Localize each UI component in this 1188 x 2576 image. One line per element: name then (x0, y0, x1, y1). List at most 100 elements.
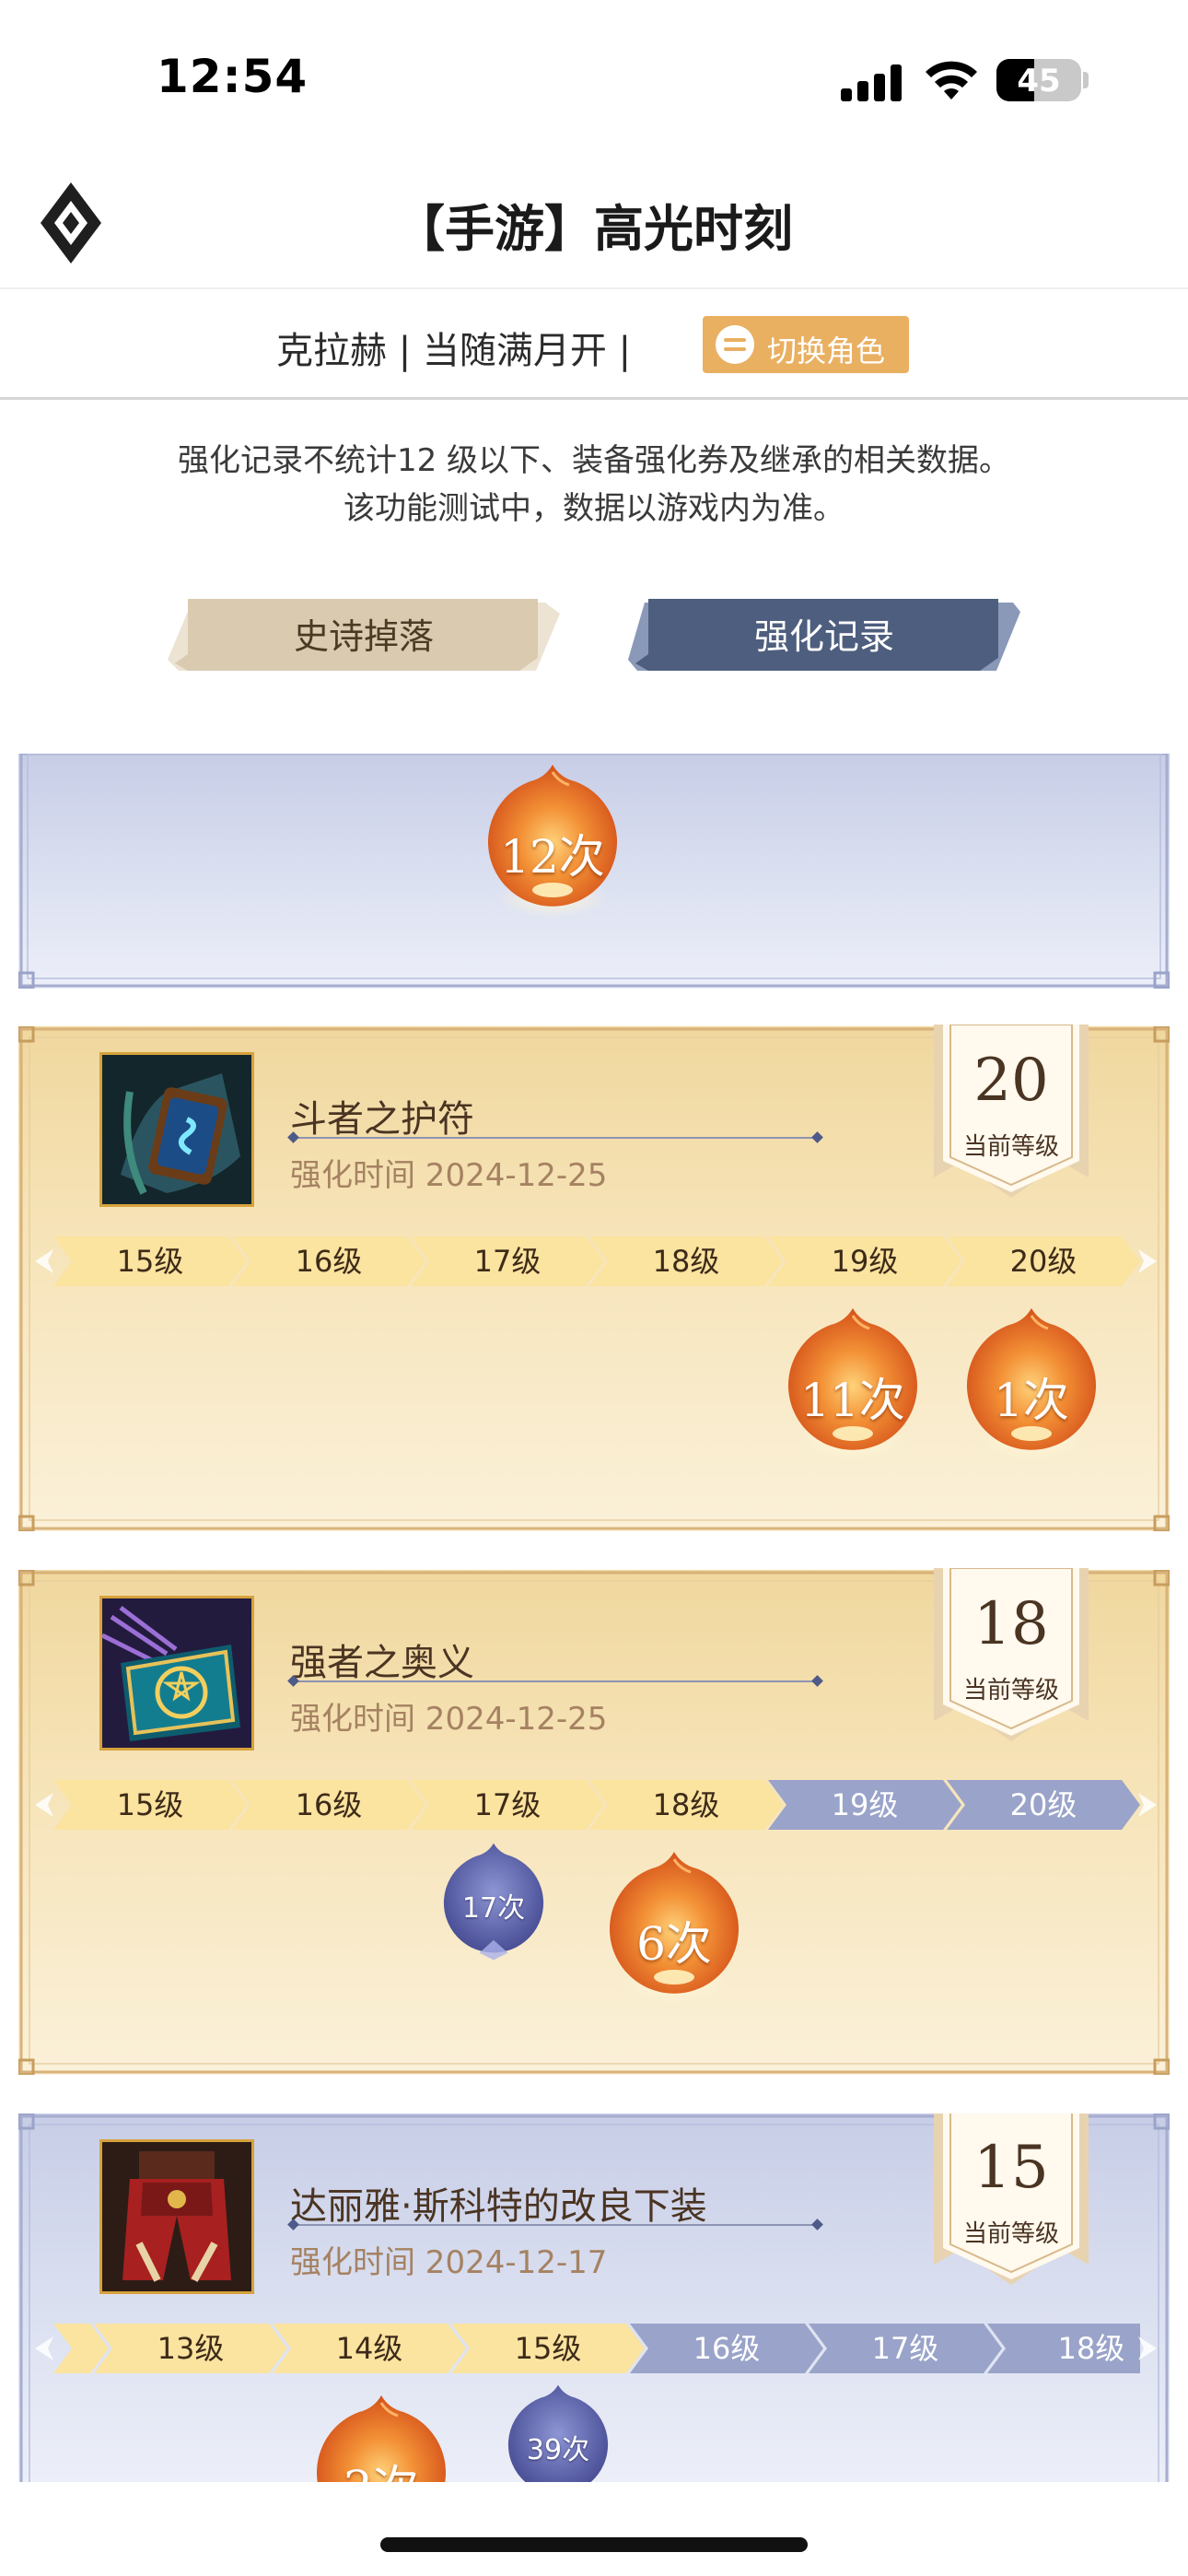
tab-enhance-record-label: 强化记录 (753, 616, 894, 657)
notice-line-1: 强化记录不统计12 级以下、装备强化券及继承的相关数据。 (177, 442, 1011, 479)
level-segment: 20级 (947, 1236, 1140, 1286)
level-label: 18级 (652, 1244, 720, 1279)
home-indicator[interactable] (380, 2537, 808, 2552)
battery-icon: 45 (996, 59, 1081, 101)
current-level-caption: 当前等级 (962, 1677, 1059, 1704)
attempt-count: 2次 (308, 2451, 455, 2482)
level-segment: 13级 (94, 2324, 287, 2373)
level-segment: 17级 (411, 1780, 604, 1830)
level-label: 14级 (335, 2331, 403, 2366)
record-card: 达丽雅·斯科特的改良下装 强化时间 2024-12-17 15 当前等级 13级… (18, 2113, 1170, 2482)
attempt-orb: 6次 (600, 1846, 748, 2008)
attempt-count: 6次 (636, 1917, 712, 1971)
page-title: 【手游】高光时刻 (395, 200, 793, 258)
level-segment: 18级 (589, 1236, 783, 1286)
level-label: 16级 (693, 2331, 761, 2366)
battery-tip (1083, 72, 1089, 88)
spellbook-icon (99, 1596, 254, 1751)
item-date: 强化时间 2024-12-25 (290, 1157, 608, 1194)
level-label: 18级 (652, 1787, 720, 1822)
switch-role-label: 切换角色 (767, 334, 886, 369)
current-level-badge: 20 当前等级 (930, 1025, 1092, 1200)
current-level: 18 (973, 1590, 1049, 1658)
chevron-right-icon (1138, 1793, 1157, 1817)
level-label: 18级 (1057, 2331, 1125, 2366)
bottom-safe-area (0, 2482, 1188, 2576)
level-label: 15级 (116, 1244, 184, 1279)
item-name: 强者之奥义 (290, 1642, 474, 1684)
role-bar: 克拉赫 | 当随满月开 | 切换角色 (0, 291, 1188, 400)
level-segment: 17级 (809, 2324, 1002, 2373)
level-label: 13级 (157, 2331, 225, 2366)
level-segment: 14级 (273, 2324, 466, 2373)
tab-epic-drop-label: 史诗掉落 (293, 616, 434, 657)
level-label: 17级 (871, 2331, 939, 2366)
attempt-orb: 2次 (308, 2390, 455, 2482)
divider (293, 1137, 818, 1139)
role-info: 克拉赫 | 当随满月开 | (276, 330, 632, 372)
level-label: 16级 (295, 1787, 363, 1822)
level-strip: 13级 14级 15级 16级 17级 18级 (31, 2324, 1157, 2373)
level-label: 20级 (1009, 1787, 1077, 1822)
level-label: 20级 (1009, 1244, 1077, 1279)
level-label: 17级 (473, 1787, 542, 1822)
battery-level: 45 (1017, 63, 1061, 100)
level-segment: 18级 (987, 2324, 1140, 2373)
switch-role-button[interactable]: 切换角色 (703, 316, 909, 373)
level-segment: 16级 (232, 1780, 425, 1830)
amulet-icon (99, 1052, 254, 1207)
level-segment: 18级 (589, 1780, 783, 1830)
level-segment: 20级 (947, 1780, 1140, 1830)
attempt-orb-fail: 39次 (501, 2381, 615, 2482)
status-time: 12:54 (157, 50, 309, 103)
level-segment: 15级 (53, 1780, 247, 1830)
level-segment: 17级 (411, 1236, 604, 1286)
level-strip: 15级 16级 17级 18级 19级 20级 (31, 1780, 1157, 1830)
switch-icon (716, 325, 754, 364)
attempt-orb-fail: 17次 (437, 1839, 551, 1964)
level-segment: 19级 (768, 1236, 961, 1286)
current-level: 15 (973, 2134, 1049, 2202)
status-bar: 12:54 45 (0, 0, 1188, 157)
level-segment: 15级 (53, 1236, 247, 1286)
cellular-signal-icon (841, 64, 905, 101)
current-level-badge: 18 当前等级 (930, 1568, 1092, 1743)
level-label: 17级 (473, 1244, 542, 1279)
item-date: 强化时间 2024-12-17 (290, 2244, 608, 2281)
current-level: 20 (973, 1047, 1049, 1115)
level-segment: 16级 (630, 2324, 823, 2373)
divider (293, 2224, 818, 2226)
level-label: 16级 (295, 1244, 363, 1279)
leggings-icon (99, 2139, 254, 2294)
item-date: 强化时间 2024-12-25 (290, 1701, 608, 1738)
attempt-count: 11次 (800, 1374, 905, 1427)
item-name: 斗者之护符 (290, 1098, 474, 1141)
record-card: 强者之奥义 强化时间 2024-12-25 18 当前等级 15级 16级 17… (18, 1568, 1170, 2075)
chevron-right-icon (1138, 2336, 1157, 2360)
attempt-orb: 11次 (779, 1303, 926, 1465)
level-segment: 15级 (451, 2324, 645, 2373)
level-label: 19级 (831, 1787, 899, 1822)
attempt-count: 39次 (526, 2434, 590, 2466)
level-strip: 15级 16级 17级 18级 19级 20级 (31, 1236, 1157, 1286)
nav-bar: 【手游】高光时刻 (0, 157, 1188, 289)
tab-epic-drop[interactable]: 史诗掉落 (166, 599, 562, 674)
tab-enhance-record[interactable]: 强化记录 (626, 599, 1022, 674)
chevron-right-icon (1138, 1249, 1157, 1273)
current-level-caption: 当前等级 (962, 2220, 1059, 2248)
item-name: 达丽雅·斯科特的改良下装 (290, 2185, 707, 2228)
level-segment: 16级 (232, 1236, 425, 1286)
level-label: 15级 (514, 2331, 582, 2366)
wifi-icon (926, 61, 977, 100)
record-card-partial: 12次 (18, 754, 1170, 989)
current-level-caption: 当前等级 (962, 1133, 1059, 1161)
attempt-orb: 1次 (958, 1303, 1105, 1465)
current-level-badge: 15 当前等级 (930, 2113, 1092, 2287)
notice-line-2: 该功能测试中，数据以游戏内为准。 (344, 490, 844, 527)
record-card: 斗者之护符 强化时间 2024-12-25 20 当前等级 15级 16级 17… (18, 1025, 1170, 1531)
level-label: 15级 (116, 1787, 184, 1822)
attempt-count: 1次 (994, 1374, 1069, 1427)
attempt-count: 12次 (500, 830, 605, 884)
notice: 强化记录不统计12 级以下、装备强化券及继承的相关数据。 该功能测试中，数据以游… (0, 437, 1188, 533)
divider (293, 1680, 818, 1682)
